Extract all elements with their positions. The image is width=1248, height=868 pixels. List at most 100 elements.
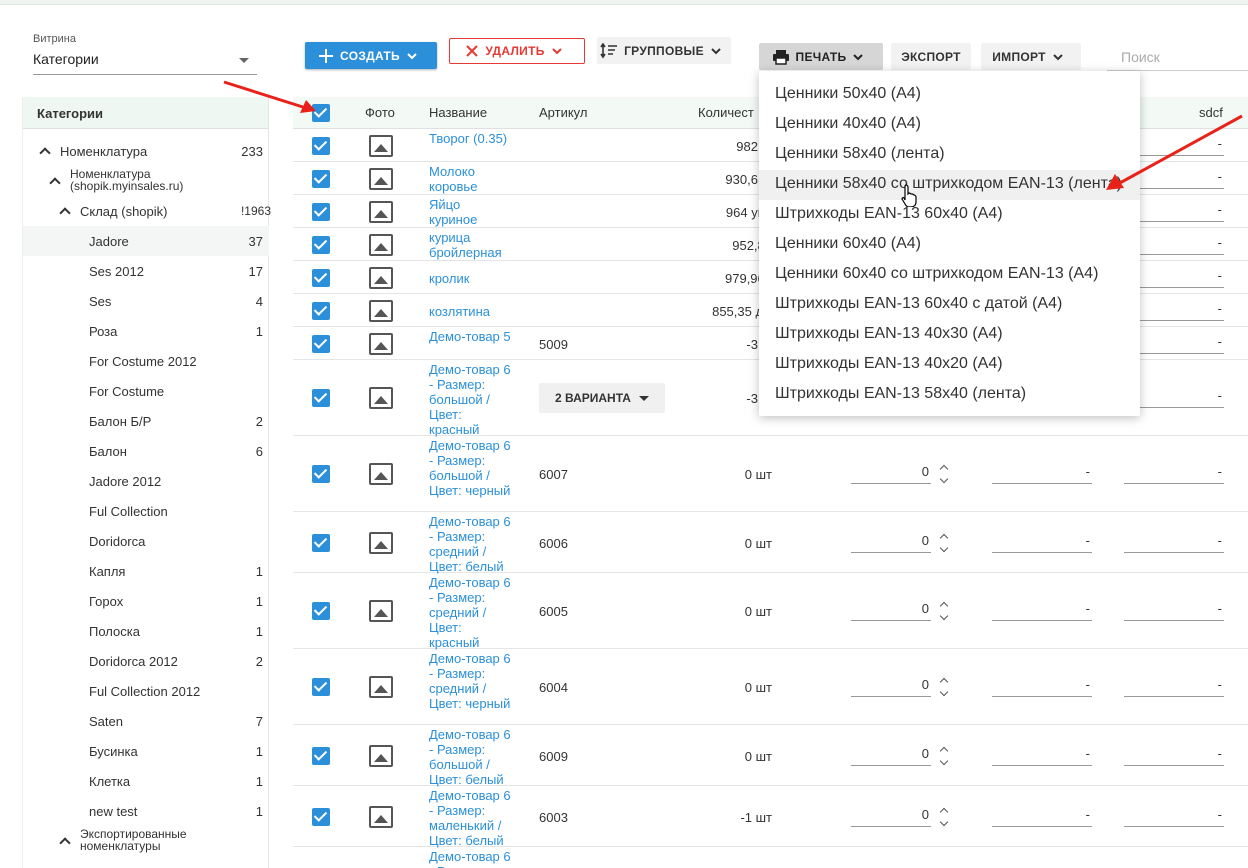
tree-item[interactable]: Бусинка 1 bbox=[23, 736, 269, 766]
tree-item[interactable]: Ful Collection 2012 bbox=[23, 676, 269, 706]
print-menu-item[interactable]: Штрихкоды EAN-13 60x40 с датой (А4) bbox=[759, 290, 1140, 320]
stepper-arrows-icon[interactable] bbox=[939, 807, 949, 827]
tree-item[interactable]: Полоска 1 bbox=[23, 616, 269, 646]
number-stepper-input[interactable]: 0 bbox=[851, 464, 931, 484]
field-input[interactable]: - bbox=[992, 746, 1092, 766]
tree-item[interactable]: Балон Б/Р 2 bbox=[23, 406, 269, 436]
table-row[interactable]: Демо-товар 6 - Размер: средний / Цвет: ч… bbox=[293, 649, 1248, 725]
stepper-arrows-icon[interactable] bbox=[939, 464, 949, 484]
tree-item[interactable]: Ses 2012 17 bbox=[23, 256, 269, 286]
row-checkbox[interactable] bbox=[312, 389, 330, 407]
table-row[interactable]: Демо-товар 6 - Размер: большой / Цвет: б… bbox=[293, 725, 1248, 787]
row-checkbox[interactable] bbox=[312, 602, 330, 620]
tree-item[interactable]: Склад (shopik) !1963 bbox=[23, 204, 271, 220]
number-stepper-input[interactable]: 0 bbox=[851, 677, 931, 697]
delete-button[interactable]: УДАЛИТЬ bbox=[449, 38, 585, 64]
product-name-link[interactable]: Демо-товар 6 - Размер: средний / Цвет: ч… bbox=[429, 651, 511, 711]
print-menu-item[interactable]: Штрихкоды EAN-13 58x40 (лента) bbox=[759, 380, 1140, 410]
tree-item[interactable]: Ses 4 bbox=[23, 286, 269, 316]
print-menu-item[interactable]: Ценники 60x40 (А4) bbox=[759, 230, 1140, 260]
row-checkbox[interactable] bbox=[312, 808, 330, 826]
product-name-link[interactable]: Демо-товар 6 - Размер: большой / Цвет: к… bbox=[429, 362, 511, 437]
product-name-link[interactable]: кролик bbox=[429, 271, 511, 286]
row-checkbox[interactable] bbox=[312, 465, 330, 483]
stepper-arrows-icon[interactable] bbox=[939, 601, 949, 621]
row-checkbox[interactable] bbox=[312, 747, 330, 765]
table-row[interactable]: Демо-товар 6 - Размер: bbox=[293, 847, 1248, 868]
showcase-select[interactable]: Категории bbox=[33, 49, 257, 75]
sdcf-input[interactable]: - bbox=[1124, 464, 1224, 484]
row-checkbox[interactable] bbox=[312, 170, 330, 188]
number-stepper-input[interactable]: 0 bbox=[851, 807, 931, 827]
number-stepper-input[interactable]: 0 bbox=[851, 533, 931, 553]
print-menu-item[interactable]: Ценники 40x40 (А4) bbox=[759, 110, 1140, 140]
product-name-link[interactable]: Демо-товар 6 - Размер: средний / Цвет: б… bbox=[429, 514, 511, 574]
tree-item[interactable]: Балон 6 bbox=[23, 436, 269, 466]
sdcf-input[interactable]: - bbox=[1124, 677, 1224, 697]
export-button[interactable]: ЭКСПОРТ bbox=[891, 43, 971, 70]
tree-item[interactable]: For Costume 2012 bbox=[23, 346, 269, 376]
product-name-link[interactable]: Творог (0.35) bbox=[429, 131, 511, 146]
field-input[interactable]: - bbox=[992, 601, 1092, 621]
tree-item[interactable]: Doridorca bbox=[23, 526, 269, 556]
print-menu-item[interactable]: Ценники 58x40 со штрихкодом EAN-13 (лент… bbox=[759, 170, 1140, 200]
product-name-link[interactable]: Яйцо куриное bbox=[429, 197, 511, 227]
tree-item[interactable]: Doridorca 2012 2 bbox=[23, 646, 269, 676]
sdcf-input[interactable]: - bbox=[1124, 533, 1224, 553]
field-input[interactable]: - bbox=[992, 677, 1092, 697]
sdcf-input[interactable]: - bbox=[1124, 601, 1224, 621]
row-checkbox[interactable] bbox=[312, 203, 330, 221]
row-checkbox[interactable] bbox=[312, 678, 330, 696]
product-name-link[interactable]: Демо-товар 6 - Размер: маленький / Цвет:… bbox=[429, 788, 511, 848]
print-menu-item[interactable]: Штрихкоды EAN-13 40x30 (А4) bbox=[759, 320, 1140, 350]
number-stepper-input[interactable]: 0 bbox=[851, 746, 931, 766]
import-button[interactable]: ИМПОРТ bbox=[981, 43, 1081, 70]
tree-item[interactable]: new test 1 bbox=[23, 796, 269, 826]
product-name-link[interactable]: Демо-товар 5 bbox=[429, 329, 511, 344]
tree-item[interactable]: Номенклатура 233 bbox=[23, 144, 269, 160]
sdcf-input[interactable]: - bbox=[1124, 807, 1224, 827]
search-input[interactable]: Поиск bbox=[1107, 43, 1248, 71]
tree-item[interactable]: For Costume bbox=[23, 376, 269, 406]
tree-item[interactable]: Jadore 2012 bbox=[23, 466, 269, 496]
tree-item[interactable]: Ful Collection bbox=[23, 496, 269, 526]
create-button[interactable]: СОЗДАТЬ bbox=[305, 42, 437, 69]
product-name-link[interactable]: курица бройлерная bbox=[429, 230, 511, 260]
print-button[interactable]: ПЕЧАТЬ bbox=[759, 43, 883, 70]
col-quantity[interactable]: Количест bbox=[698, 105, 754, 120]
print-menu-item[interactable]: Штрихкоды EAN-13 40x20 (А4) bbox=[759, 350, 1140, 380]
row-checkbox[interactable] bbox=[312, 269, 330, 287]
print-menu-item[interactable]: Ценники 58x40 (лента) bbox=[759, 140, 1140, 170]
stepper-arrows-icon[interactable] bbox=[939, 746, 949, 766]
product-name-link[interactable]: Молоко коровье bbox=[429, 164, 511, 194]
tree-item[interactable]: Клетка 1 bbox=[23, 766, 269, 796]
product-name-link[interactable]: Демо-товар 6 - Размер: большой / Цвет: б… bbox=[429, 727, 511, 787]
table-row[interactable]: Демо-товар 6 - Размер: средний / Цвет: к… bbox=[293, 573, 1248, 650]
product-name-link[interactable]: Демо-товар 6 - Размер: средний / Цвет: к… bbox=[429, 575, 511, 650]
row-checkbox[interactable] bbox=[312, 534, 330, 552]
product-name-link[interactable]: козлятина bbox=[429, 304, 511, 319]
tree-item[interactable]: Экспортированные номенклатуры bbox=[23, 828, 269, 856]
field-input[interactable]: - bbox=[992, 807, 1092, 827]
sdcf-input[interactable]: - bbox=[1124, 746, 1224, 766]
print-menu-item[interactable]: Ценники 60x40 со штрихкодом EAN-13 (А4) bbox=[759, 260, 1140, 290]
print-menu-item[interactable]: Штрихкоды EAN-13 60x40 (А4) bbox=[759, 200, 1140, 230]
row-checkbox[interactable] bbox=[312, 302, 330, 320]
row-checkbox[interactable] bbox=[312, 236, 330, 254]
product-name-link[interactable]: Демо-товар 6 - Размер: большой / Цвет: ч… bbox=[429, 438, 511, 498]
field-input[interactable]: - bbox=[992, 464, 1092, 484]
product-name-link[interactable]: Демо-товар 6 - Размер: bbox=[429, 849, 511, 868]
table-row[interactable]: Демо-товар 6 - Размер: большой / Цвет: ч… bbox=[293, 436, 1248, 512]
stepper-arrows-icon[interactable] bbox=[939, 533, 949, 553]
tree-item[interactable]: Jadore 37 bbox=[23, 226, 269, 256]
field-input[interactable]: - bbox=[992, 533, 1092, 553]
col-article[interactable]: Артикул bbox=[539, 105, 587, 120]
table-row[interactable]: Демо-товар 6 - Размер: маленький / Цвет:… bbox=[293, 786, 1248, 848]
tree-item[interactable]: Роза 1 bbox=[23, 316, 269, 346]
table-row[interactable]: Демо-товар 6 - Размер: средний / Цвет: б… bbox=[293, 512, 1248, 574]
row-checkbox[interactable] bbox=[312, 137, 330, 155]
number-stepper-input[interactable]: 0 bbox=[851, 601, 931, 621]
tree-item[interactable]: Номенклатура (shopik.myinsales.ru) bbox=[23, 168, 269, 196]
stepper-arrows-icon[interactable] bbox=[939, 677, 949, 697]
group-actions-button[interactable]: ГРУППОВЫЕ bbox=[597, 37, 731, 64]
